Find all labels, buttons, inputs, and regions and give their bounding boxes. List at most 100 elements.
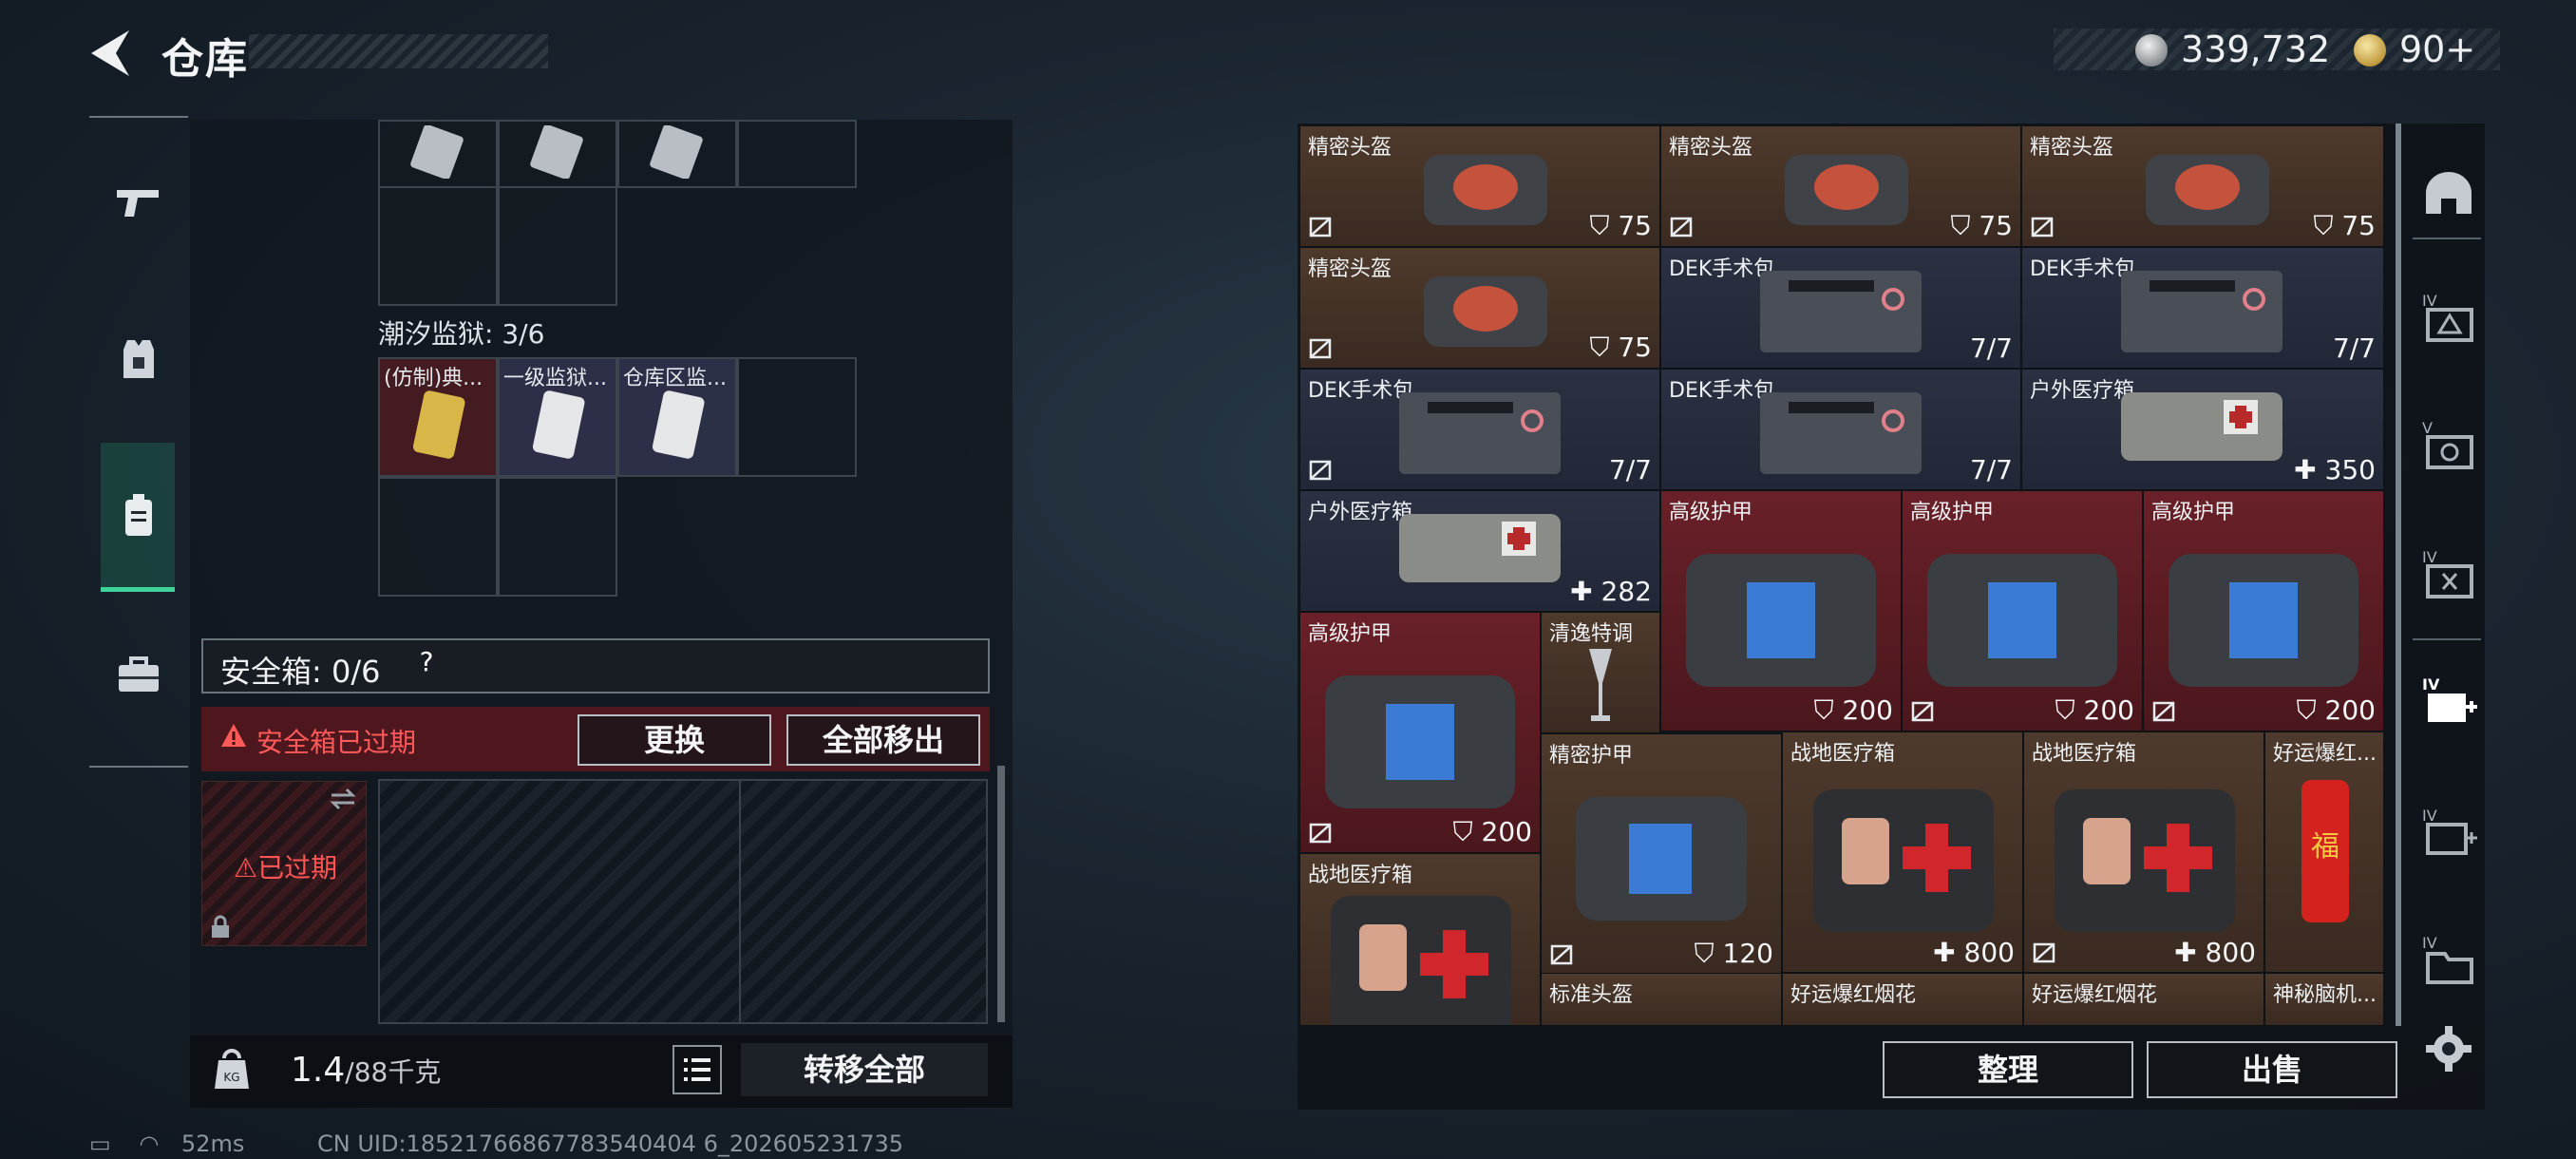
inventory-item[interactable]: 清逸特调 (1541, 612, 1660, 733)
inventory-item[interactable]: 户外医疗箱 ✚ 350 (2021, 369, 2384, 490)
back-arrow-icon (91, 30, 129, 76)
grid-slot[interactable] (378, 186, 498, 306)
inventory-item[interactable]: 精密头盔 ⛉ 75 (1299, 125, 1660, 247)
backpack-icon (125, 494, 152, 536)
svg-text:IV: IV (2422, 807, 2437, 825)
rail-tab-armor-iv[interactable]: IV (2413, 281, 2485, 353)
inventory-item[interactable]: 高级护甲 ⛉ 200 (2143, 490, 2384, 732)
prison-key-slot[interactable]: (仿制)典... (378, 357, 498, 477)
inventory-item[interactable]: 战地医疗箱 ✚ 800 (2023, 732, 2264, 973)
no-insure-icon (1670, 217, 1693, 238)
item-name: 神秘脑机... (2273, 983, 2377, 1007)
inventory-item[interactable]: 好运爆红... 福 (2264, 732, 2384, 973)
help-icon[interactable]: ? (410, 646, 443, 684)
grid-slot[interactable] (498, 477, 617, 597)
grid-slot[interactable] (737, 357, 857, 477)
item-value: ⛉ 200 (2055, 694, 2134, 726)
field-medkit-icon (1331, 896, 1511, 1025)
sell-button[interactable]: 出售 (2147, 1041, 2397, 1098)
plus-icon: ✚ (2294, 454, 2325, 485)
inventory-item[interactable]: DEK手术包 7/7 (1660, 247, 2021, 369)
rail-tab-gear[interactable] (89, 314, 188, 405)
inventory-item[interactable]: 精密头盔 ⛉ 75 (2021, 125, 2384, 247)
inventory-item[interactable]: DEK手术包 7/7 (1299, 369, 1660, 490)
rail-tab-consumable-iv[interactable]: IV (2413, 796, 2485, 868)
item-name: 精密护甲 (1549, 744, 1634, 768)
field-medkit-icon (2055, 789, 2235, 932)
shield-icon: ⛉ (1589, 210, 1619, 241)
shield-icon: ⛉ (1452, 816, 1482, 847)
grid-slot[interactable] (498, 120, 617, 188)
rail-tab-backpack-iv[interactable]: V (2413, 408, 2485, 481)
replace-button[interactable]: 更换 (578, 714, 771, 766)
outdoor-medkit-icon (1399, 514, 1561, 582)
transfer-all-button[interactable]: 转移全部 (741, 1043, 988, 1096)
network-status: ▭ ◠ 52ms (89, 1130, 244, 1157)
back-button[interactable] (87, 27, 133, 80)
inventory-item[interactable]: 精密头盔 ⛉ 75 (1660, 125, 2021, 247)
grid-slot[interactable] (617, 120, 737, 188)
inventory-item[interactable]: 好运爆红烟花 (2023, 973, 2264, 1026)
no-insure-icon (1309, 460, 1332, 481)
sort-button[interactable]: 整理 (1883, 1041, 2133, 1098)
grid-slot[interactable] (737, 120, 857, 188)
rail-tab-case[interactable] (89, 629, 188, 720)
inventory-item[interactable]: DEK手术包 7/7 (2021, 247, 2384, 369)
inventory-item[interactable]: 神秘脑机... (2264, 973, 2384, 1026)
field-medkit-icon (1813, 789, 1994, 932)
inventory-item[interactable]: DEK手术包 7/7 (1660, 369, 2021, 490)
helmet-icon (1424, 155, 1547, 225)
armor-icon (1927, 554, 2117, 687)
title-decoration (249, 34, 548, 68)
inventory-item[interactable]: 户外医疗箱 ✚ 282 (1299, 490, 1660, 612)
item-name: 好运爆红烟花 (1790, 983, 1917, 1007)
rail-tab-medical-iv[interactable]: IV (2413, 665, 2485, 737)
shield-icon: ⛉ (2313, 210, 2342, 241)
inventory-item[interactable]: 标准头盔 (1541, 973, 1782, 1026)
silver-amount: 339,732 (2181, 28, 2331, 70)
rail-tab-backpack[interactable] (89, 469, 188, 560)
inventory-item[interactable]: 高级护甲 ⛉ 200 (1299, 612, 1541, 853)
card-item-icon (530, 125, 583, 179)
rail-tab-weapons[interactable] (89, 158, 188, 249)
item-name: 标准头盔 (1549, 983, 1634, 1007)
rail-tab-other-iv[interactable]: IV (2413, 923, 2485, 996)
inventory-item[interactable]: 精密头盔 ⛉ 75 (1299, 247, 1660, 369)
inventory-item[interactable]: 高级护甲 ⛉ 200 (1660, 490, 1902, 732)
inventory-item[interactable]: 精密护甲 ⛉ 120 (1541, 733, 1782, 975)
left-scrollbar[interactable] (997, 766, 1005, 1022)
item-name: 战地医疗箱 (1790, 742, 1896, 766)
weight-icon: KG (215, 1049, 249, 1089)
item-value: 7/7 (2332, 332, 2376, 364)
prison-key-slot[interactable]: 一级监狱... (498, 357, 617, 477)
grid-slot[interactable] (378, 120, 498, 188)
rail-tab-helmet[interactable] (2413, 158, 2485, 230)
backpack-tier-icon: V (2422, 419, 2473, 469)
rail-tab-rig-iv[interactable]: IV (2413, 538, 2485, 610)
warning-icon (221, 724, 246, 747)
helmet-icon (1785, 155, 1908, 225)
move-all-out-button[interactable]: 全部移出 (786, 714, 980, 766)
inventory-item[interactable]: 好运爆红烟花 (1782, 973, 2023, 1026)
gold-keycard-icon (412, 390, 465, 459)
grid-slot[interactable] (378, 477, 498, 597)
warehouse-scrollbar[interactable] (2396, 124, 2401, 1026)
settings-button[interactable] (2413, 1013, 2485, 1085)
inventory-item[interactable]: 战地医疗箱 ✚ 800 (1782, 732, 2023, 973)
item-name: 高级护甲 (1308, 622, 1392, 646)
gold-amount[interactable]: 90+ (2399, 28, 2475, 70)
grid-slot[interactable] (498, 186, 617, 306)
carry-weight: 1.4/88千克 (291, 1051, 442, 1090)
list-view-button[interactable] (672, 1045, 722, 1094)
inventory-item[interactable]: 战地医疗箱 (1299, 853, 1541, 1026)
item-name: 好运爆红烟花 (2032, 983, 2158, 1007)
plus-icon: ✚ (2174, 937, 2206, 968)
svg-text:KG: KG (223, 1071, 239, 1084)
prison-key-slot[interactable]: 仓库区监... (617, 357, 737, 477)
inventory-item[interactable]: 高级护甲 ⛉ 200 (1902, 490, 2143, 732)
item-value: ✚ 800 (2174, 937, 2256, 968)
svg-text:V: V (2422, 419, 2433, 437)
no-insure-icon (1550, 944, 1573, 965)
svg-text:IV: IV (2422, 934, 2437, 952)
no-insure-icon (1911, 701, 1934, 722)
